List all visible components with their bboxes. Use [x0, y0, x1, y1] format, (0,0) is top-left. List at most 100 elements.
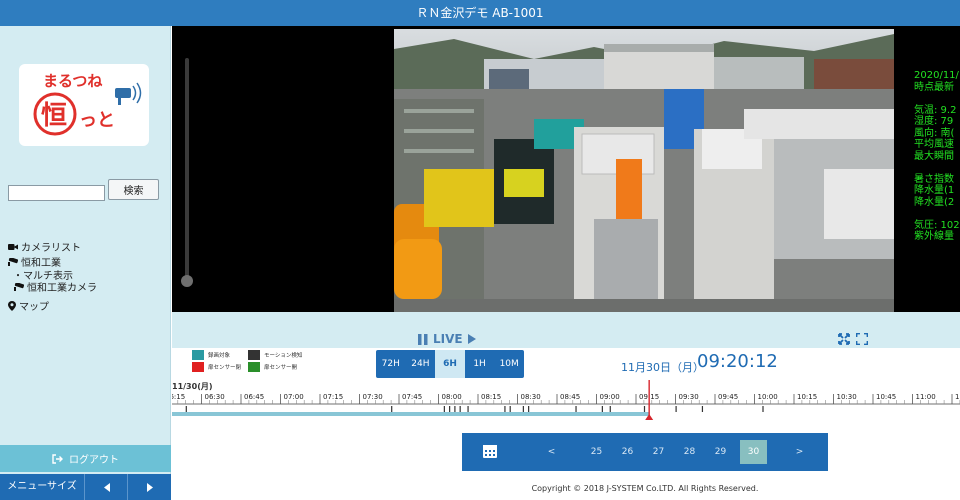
fullscreen-icon[interactable]: [856, 333, 868, 345]
tick-label: 07:15: [323, 393, 343, 401]
range-24h-button[interactable]: 24H: [406, 350, 436, 378]
motion-mark: [601, 406, 603, 412]
copyright: Copyright © 2018 J-SYSTEM Co.LTD. All Ri…: [531, 484, 759, 493]
range-6h-button[interactable]: 6H: [435, 350, 465, 378]
legend-sensor-open-swatch: [248, 362, 260, 372]
legend-recording-label: 録画対象: [208, 353, 231, 359]
svg-text:っと: っと: [79, 110, 115, 131]
calendar-icon[interactable]: [482, 443, 498, 459]
tick-label: 10:00: [758, 393, 778, 401]
legend-motion: モーション検知: [248, 350, 302, 360]
map-pin-icon: [8, 300, 16, 311]
motion-mark: [504, 406, 506, 412]
cctv-icon: [8, 257, 18, 266]
legend-sensor-closed-label: 扉センサー閉: [208, 365, 242, 371]
osd-line: 紫外線量: [914, 231, 954, 242]
osd-line: 暑さ指数: [914, 173, 954, 185]
range-selector: 72H 24H 6H 1H 10M: [376, 350, 524, 378]
day-button-26[interactable]: 26: [614, 440, 641, 464]
timeline-track[interactable]: 06:15 06:30 06:45 07:00 07:15 07:30 07:45 08:00…: [172, 378, 960, 428]
search-input[interactable]: [8, 185, 105, 201]
motion-mark: [443, 406, 445, 412]
motion-mark: [609, 406, 611, 412]
motion-mark: [643, 406, 646, 412]
osd-line: 降水量(2: [914, 196, 955, 208]
volume-slider-track[interactable]: [185, 58, 189, 286]
expand-icon[interactable]: [838, 333, 850, 345]
menu-size-bar: メニューサイズ: [0, 474, 171, 500]
menu-size-label: メニューサイズ: [0, 474, 85, 500]
video-camera-icon: [8, 243, 18, 250]
tick-label: 07:45: [402, 393, 422, 401]
pause-icon: [418, 333, 428, 345]
motion-mark: [522, 406, 524, 412]
motion-mark: [575, 406, 577, 412]
day-button-27[interactable]: 27: [645, 440, 672, 464]
menu-expand-button[interactable]: [129, 474, 171, 500]
day-button-25[interactable]: 25: [583, 440, 610, 464]
search-button[interactable]: 検索: [108, 179, 159, 200]
osd-line: 2020/11/: [914, 70, 959, 81]
motion-mark: [675, 406, 677, 412]
nav-camera-list[interactable]: カメラリスト: [8, 239, 81, 254]
osd-line: [914, 208, 960, 220]
caret-left-icon: [103, 482, 110, 492]
nav-map[interactable]: マップ: [8, 298, 49, 313]
tick-label: 08:30: [521, 393, 541, 401]
motion-mark: [762, 406, 764, 412]
tick-label: 08:15: [481, 393, 501, 401]
motion-mark: [185, 406, 187, 412]
motion-mark: [467, 406, 469, 412]
tick-label: 09:00: [600, 393, 620, 401]
osd-line: 気圧: 102: [914, 219, 960, 231]
playback-controls: LIVE 録画対象 モーション検知 扉センサー閉 扉センサー開 72H 24H …: [172, 312, 960, 500]
nav-camera-item-label: 恒和工業カメラ: [27, 283, 97, 294]
live-toggle[interactable]: LIVE: [418, 332, 476, 346]
tick-label: 10:15: [797, 393, 817, 401]
motion-mark: [449, 406, 451, 412]
logout-button[interactable]: ログアウト: [0, 445, 171, 472]
current-date: 11月30日（月）: [621, 361, 704, 374]
osd-line: 平均風速: [914, 139, 954, 150]
legend-motion-label: モーション検知: [264, 353, 303, 359]
app-root: ＲＮ金沢デモ AB-1001 まるつね 恒 っと 検索 カメラリスト 恒和工業: [0, 0, 960, 500]
tick-label: 07:00: [284, 393, 304, 401]
osd-line: [914, 93, 960, 105]
tick-label: 10:30: [837, 393, 857, 401]
nav-map-label: マップ: [19, 302, 49, 313]
tick-label: 06:45: [244, 393, 264, 401]
camera-feed: [394, 29, 894, 312]
menu-shrink-button[interactable]: [86, 474, 128, 500]
next-page-button[interactable]: >: [786, 440, 813, 464]
logo: まるつね 恒 っと: [19, 64, 149, 146]
day-button-30[interactable]: 30: [740, 440, 767, 464]
day-pagination: < 25 26 27 28 29 30 >: [462, 433, 828, 471]
cctv-icon: [14, 282, 24, 291]
video-player[interactable]: 2020/11/ 時点最新 気温: 9.2 湿度: 79 風向: 南( 平均風速…: [172, 26, 960, 312]
legend-sensor-closed-swatch: [192, 362, 204, 372]
tick-label: 09:45: [718, 393, 738, 401]
osd-line: 湿度: 79: [914, 116, 954, 127]
motion-mark: [528, 406, 530, 412]
motion-mark: [459, 406, 461, 412]
day-button-29[interactable]: 29: [707, 440, 734, 464]
nav-camera-item[interactable]: 恒和工業カメラ: [14, 279, 97, 294]
day-button-28[interactable]: 28: [676, 440, 703, 464]
osd-line: 時点最新: [914, 81, 954, 93]
legend-recording-swatch: [192, 350, 204, 360]
osd-line: 最大瞬間: [914, 150, 954, 162]
volume-slider-handle[interactable]: [181, 275, 193, 287]
range-1h-button[interactable]: 1H: [465, 350, 495, 378]
range-10m-button[interactable]: 10M: [494, 350, 524, 378]
motion-mark: [391, 406, 393, 412]
legend-sensor-closed: 扉センサー閉: [192, 362, 241, 372]
osd-line: 気温: 9.2: [914, 104, 957, 116]
logo-image: まるつね 恒 っと: [33, 72, 142, 136]
range-72h-button[interactable]: 72H: [376, 350, 406, 378]
osd-line: 降水量(1: [914, 185, 955, 196]
prev-page-button[interactable]: <: [538, 440, 565, 464]
timeline[interactable]: 11/30(月) 06:1506:3006:4507:0007:1507:300…: [172, 378, 960, 428]
recorded-range-bar: [172, 412, 650, 416]
svg-text:まるつね: まるつね: [43, 72, 102, 90]
tick-label: 06:15: [172, 393, 185, 401]
